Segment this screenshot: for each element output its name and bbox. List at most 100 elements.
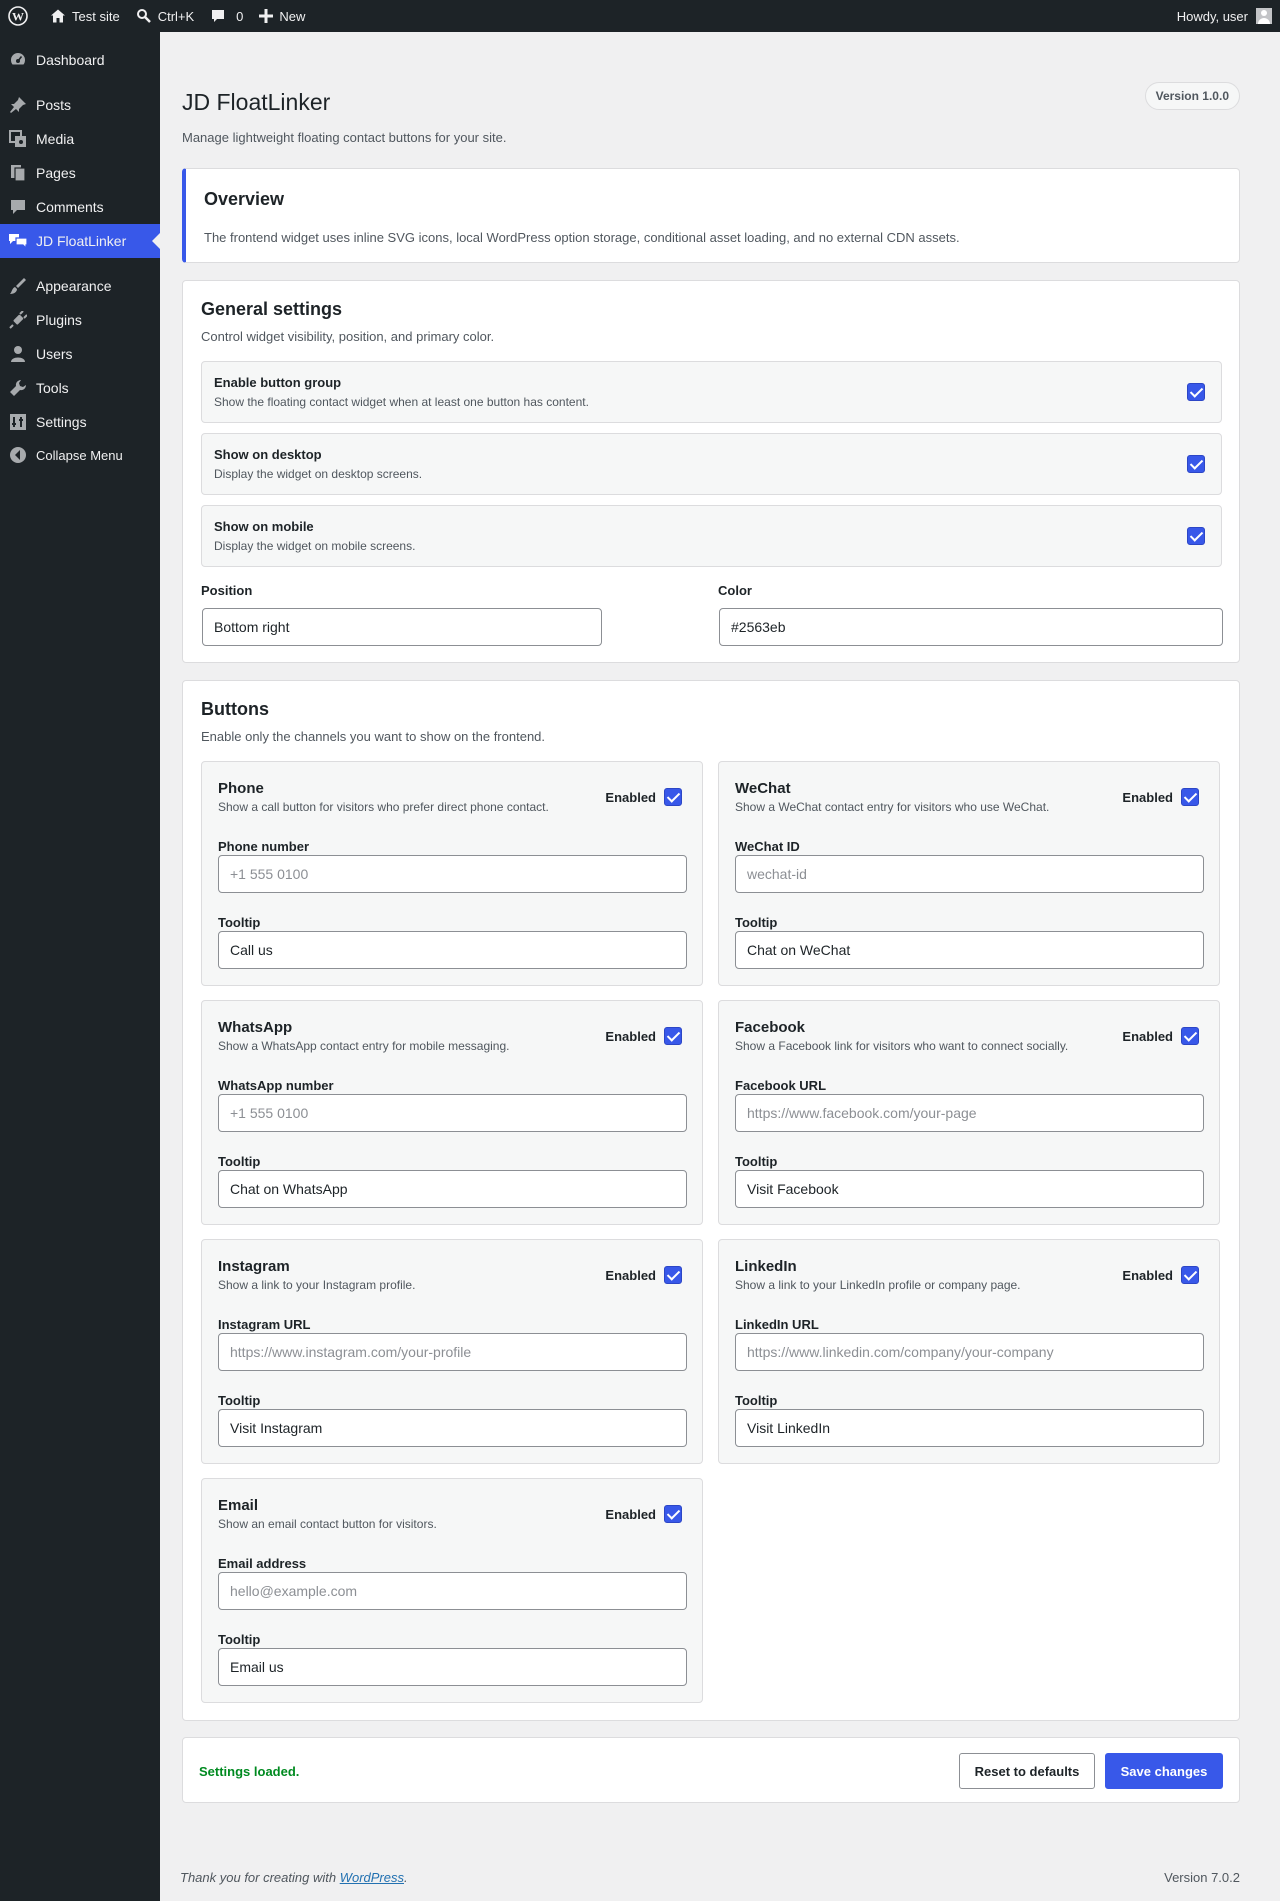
comments-count: 0 bbox=[236, 8, 244, 24]
button-card-description: Show a WeChat contact entry for visitors… bbox=[735, 800, 1050, 814]
admin-sidebar: Dashboard Posts Media Pages Comments JD … bbox=[0, 32, 160, 1901]
button-card-title: Instagram bbox=[218, 1258, 290, 1275]
wechat-tooltip-input[interactable]: Chat on WeChat bbox=[735, 931, 1204, 969]
howdy-label: Howdy, user bbox=[1176, 8, 1248, 24]
instagram-url-input[interactable]: https://www.instagram.com/your-profile bbox=[218, 1333, 687, 1371]
site-name-label: Test site bbox=[72, 8, 120, 24]
sidebar-item-label: Media bbox=[36, 131, 75, 147]
linkedin-tooltip-input[interactable]: Visit LinkedIn bbox=[735, 1409, 1204, 1447]
enable-button-group-checkbox[interactable] bbox=[1187, 383, 1205, 401]
site-name-link[interactable]: Test site bbox=[42, 0, 128, 32]
enabled-label: Enabled bbox=[605, 790, 656, 805]
search-shortcut-button[interactable]: Ctrl+K bbox=[128, 0, 202, 32]
whatsapp-number-input[interactable]: +1 555 0100 bbox=[218, 1094, 687, 1132]
general-settings-title: General settings bbox=[201, 299, 343, 319]
toggle-description: Display the widget on mobile screens. bbox=[214, 539, 416, 553]
phone-number-input[interactable]: +1 555 0100 bbox=[218, 855, 687, 893]
phone-enabled-checkbox[interactable] bbox=[664, 788, 682, 806]
status-message: Settings loaded. bbox=[199, 1764, 300, 1779]
sidebar-item-label: Appearance bbox=[36, 278, 112, 294]
my-account-link[interactable]: Howdy, user bbox=[1169, 0, 1280, 32]
enabled-label: Enabled bbox=[1122, 1029, 1173, 1044]
email-enabled-checkbox[interactable] bbox=[664, 1505, 682, 1523]
button-card-description: Show an email contact button for visitor… bbox=[218, 1517, 437, 1531]
pin-icon bbox=[0, 96, 36, 114]
facebook-enabled-checkbox[interactable] bbox=[1181, 1027, 1199, 1045]
instagram-enabled-checkbox[interactable] bbox=[664, 1266, 682, 1284]
tooltip-label: Tooltip bbox=[218, 1393, 261, 1408]
position-label: Position bbox=[201, 583, 253, 598]
action-bar: Settings loaded. Reset to defaults Save … bbox=[182, 1737, 1240, 1803]
new-content-button[interactable]: New bbox=[251, 0, 313, 32]
show-on-mobile-row: Show on mobile Display the widget on mob… bbox=[201, 505, 1222, 567]
sidebar-item-label: Posts bbox=[36, 97, 72, 113]
sidebar-item-comments[interactable]: Comments bbox=[0, 190, 160, 224]
whatsapp-tooltip-input[interactable]: Chat on WhatsApp bbox=[218, 1170, 687, 1208]
page-title: JD FloatLinker bbox=[182, 89, 331, 115]
sidebar-item-users[interactable]: Users bbox=[0, 337, 160, 371]
sidebar-item-label: Users bbox=[36, 346, 73, 362]
tooltip-label: Tooltip bbox=[735, 915, 778, 930]
enable-button-group-row: Enable button group Show the floating co… bbox=[201, 361, 1222, 423]
linkedin-button-card: LinkedIn Show a link to your LinkedIn pr… bbox=[718, 1239, 1220, 1464]
sidebar-item-pages[interactable]: Pages bbox=[0, 156, 160, 190]
plus-icon bbox=[259, 9, 274, 23]
wechat-id-input[interactable]: wechat-id bbox=[735, 855, 1204, 893]
sidebar-item-appearance[interactable]: Appearance bbox=[0, 269, 160, 303]
phone-button-card: Phone Show a call button for visitors wh… bbox=[201, 761, 703, 986]
tooltip-label: Tooltip bbox=[735, 1393, 778, 1408]
wechat-enabled-checkbox[interactable] bbox=[1181, 788, 1199, 806]
avatar bbox=[1256, 8, 1272, 24]
facebook-button-card: Facebook Show a Facebook link for visito… bbox=[718, 1000, 1220, 1225]
reset-defaults-button[interactable]: Reset to defaults bbox=[959, 1753, 1095, 1789]
sidebar-item-label: Dashboard bbox=[36, 52, 105, 68]
sidebar-item-tools[interactable]: Tools bbox=[0, 371, 160, 405]
dashboard-icon bbox=[0, 51, 36, 69]
search-icon bbox=[136, 9, 151, 23]
toggle-label: Show on mobile bbox=[214, 519, 314, 534]
instagram-tooltip-input[interactable]: Visit Instagram bbox=[218, 1409, 687, 1447]
sidebar-item-settings[interactable]: Settings bbox=[0, 405, 160, 439]
admin-bar: W Test site Ctrl+K 0 New Howdy, user bbox=[0, 0, 1280, 32]
sidebar-item-plugins[interactable]: Plugins bbox=[0, 303, 160, 337]
facebook-url-input[interactable]: https://www.facebook.com/your-page bbox=[735, 1094, 1204, 1132]
phone-number-label: Phone number bbox=[218, 839, 310, 854]
wordpress-logo-icon: W bbox=[8, 6, 28, 26]
button-card-title: WeChat bbox=[735, 780, 791, 797]
sidebar-item-label: Pages bbox=[36, 165, 76, 181]
facebook-tooltip-input[interactable]: Visit Facebook bbox=[735, 1170, 1204, 1208]
email-address-input[interactable]: hello@example.com bbox=[218, 1572, 687, 1610]
button-card-title: WhatsApp bbox=[218, 1019, 293, 1036]
enabled-label: Enabled bbox=[605, 1029, 656, 1044]
user-icon bbox=[0, 345, 36, 363]
tooltip-label: Tooltip bbox=[218, 1154, 261, 1169]
sidebar-item-media[interactable]: Media bbox=[0, 122, 160, 156]
button-card-title: Facebook bbox=[735, 1019, 806, 1036]
whatsapp-enabled-checkbox[interactable] bbox=[664, 1027, 682, 1045]
tooltip-label: Tooltip bbox=[218, 1632, 261, 1647]
buttons-card: Buttons Enable only the channels you wan… bbox=[182, 680, 1240, 1721]
button-card-description: Show a link to your LinkedIn profile or … bbox=[735, 1278, 1021, 1292]
linkedin-enabled-checkbox[interactable] bbox=[1181, 1266, 1199, 1284]
comments-link[interactable]: 0 bbox=[202, 0, 251, 32]
sidebar-item-dashboard[interactable]: Dashboard bbox=[0, 43, 160, 77]
linkedin-url-input[interactable]: https://www.linkedin.com/company/your-co… bbox=[735, 1333, 1204, 1371]
wordpress-link[interactable]: WordPress bbox=[340, 1870, 404, 1885]
wordpress-logo-button[interactable]: W bbox=[0, 0, 42, 32]
position-select[interactable]: Bottom right bbox=[202, 608, 602, 646]
phone-tooltip-input[interactable]: Call us bbox=[218, 931, 687, 969]
email-tooltip-input[interactable]: Email us bbox=[218, 1648, 687, 1686]
wrench-icon bbox=[0, 379, 36, 397]
show-on-mobile-checkbox[interactable] bbox=[1187, 527, 1205, 545]
toggle-description: Display the widget on desktop screens. bbox=[214, 467, 423, 481]
show-on-desktop-checkbox[interactable] bbox=[1187, 455, 1205, 473]
whatsapp-number-label: WhatsApp number bbox=[218, 1078, 334, 1093]
color-input[interactable]: #2563eb bbox=[719, 608, 1223, 646]
collapse-menu-button[interactable]: Collapse Menu bbox=[0, 438, 160, 472]
sidebar-item-posts[interactable]: Posts bbox=[0, 88, 160, 122]
sidebar-item-jd-floatlinker[interactable]: JD FloatLinker bbox=[0, 224, 160, 258]
save-changes-button[interactable]: Save changes bbox=[1105, 1753, 1223, 1789]
home-icon bbox=[51, 9, 65, 23]
buttons-description: Enable only the channels you want to sho… bbox=[201, 729, 546, 744]
enabled-label: Enabled bbox=[1122, 1268, 1173, 1283]
